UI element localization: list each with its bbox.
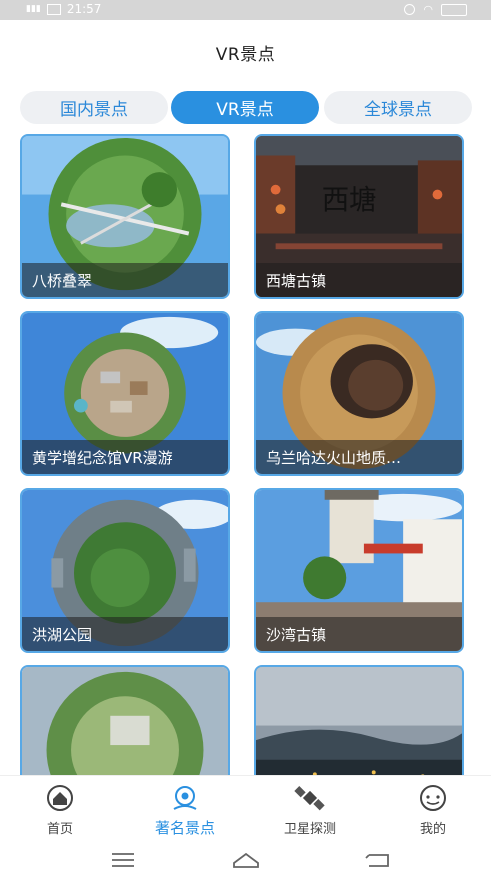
home-button-icon[interactable] [231, 849, 261, 871]
nav-profile[interactable]: 我的 [378, 784, 488, 837]
page-title: VR景点 [215, 45, 276, 65]
xitang-sign-text: 西塘 [322, 185, 377, 216]
spot-name: 黄学增纪念馆VR漫游 [22, 440, 228, 474]
category-tabs: 国内景点 VR景点 全球景点 [20, 91, 472, 124]
spot-card-xitang[interactable]: 西塘 西塘古镇 [254, 134, 464, 299]
spot-card-7[interactable] [20, 665, 230, 775]
profile-icon [417, 784, 449, 812]
nav-home-label: 首页 [46, 822, 73, 837]
spot-name: 洪湖公园 [22, 617, 228, 651]
spot-grid: 八桥叠翠 西塘 西塘古镇 黄学增纪念馆VR漫游 乌兰哈达火山地质… 洪湖公园 沙… [0, 134, 491, 775]
nav-famous-spots[interactable]: 著名景点 [130, 784, 240, 838]
nav-satellite-label: 卫星探测 [283, 822, 336, 837]
signal-icon: ▮▮▮ [26, 4, 41, 14]
nav-satellite[interactable]: 卫星探测 [255, 784, 365, 837]
tab-global[interactable]: 全球景点 [324, 91, 472, 124]
back-icon[interactable] [363, 849, 393, 871]
spot-card-8[interactable] [254, 665, 464, 775]
battery-icon [441, 3, 467, 16]
vr-camera-icon [169, 784, 201, 812]
spot-name: 乌兰哈达火山地质… [256, 440, 462, 474]
spot-card-baqiao[interactable]: 八桥叠翠 [20, 134, 230, 299]
tab-domestic[interactable]: 国内景点 [20, 91, 168, 124]
bottom-nav: 首页 著名景点 卫星探测 我的 [0, 775, 491, 840]
nav-profile-label: 我的 [419, 822, 446, 837]
spot-thumbnail [22, 667, 228, 775]
nav-home[interactable]: 首页 [5, 784, 115, 837]
wifi-icon: ◠ [423, 3, 433, 16]
spot-name: 西塘古镇 [256, 263, 462, 297]
spot-card-honghu[interactable]: 洪湖公园 [20, 488, 230, 653]
tab-vr[interactable]: VR景点 [171, 91, 319, 124]
spot-card-huangxuezeng[interactable]: 黄学增纪念馆VR漫游 [20, 311, 230, 476]
home-icon [44, 784, 76, 812]
menu-icon[interactable] [108, 849, 138, 871]
status-bar: ▮▮▮ 21:57 ◠ [0, 0, 491, 20]
message-icon [46, 3, 61, 15]
spot-thumbnail [256, 667, 462, 775]
spot-name: 沙湾古镇 [256, 617, 462, 651]
status-time: 21:57 [66, 2, 102, 16]
spot-card-wulanhada[interactable]: 乌兰哈达火山地质… [254, 311, 464, 476]
spot-name: 八桥叠翠 [22, 263, 228, 297]
alarm-icon [404, 4, 416, 15]
system-nav-bar [0, 839, 491, 881]
nav-famous-spots-label: 著名景点 [154, 819, 215, 837]
satellite-icon [294, 784, 326, 812]
spot-card-shawan[interactable]: 沙湾古镇 [254, 488, 464, 653]
